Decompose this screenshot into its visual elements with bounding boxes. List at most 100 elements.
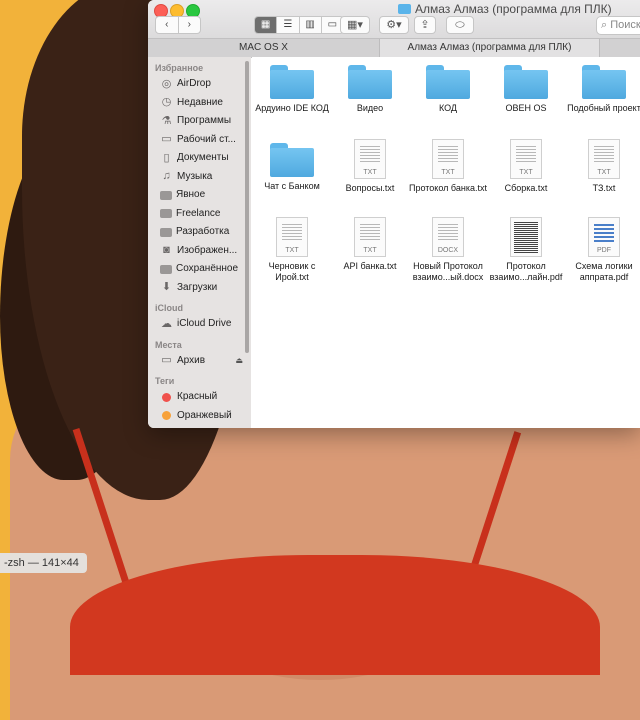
sidebar-item-archive[interactable]: ▭ Архив ⏏	[148, 352, 251, 371]
sidebar-item-label: Рабочий ст...	[177, 133, 236, 145]
folder-item[interactable]: ОВЕН OS	[486, 65, 566, 114]
sidebar-item-label: AirDrop	[177, 78, 211, 89]
folder-item[interactable]: Чат с Банком	[252, 143, 332, 192]
folder-icon	[270, 65, 314, 99]
document-icon: TXT	[276, 217, 308, 257]
sidebar-section-places: Места	[155, 339, 182, 350]
file-browser: Ардуино IDE КОД Видео КОД ОВЕН OS Подобный п…	[252, 57, 640, 428]
tag-color-dot-icon	[162, 392, 171, 402]
file-extension-label: TXT	[363, 169, 377, 176]
share-button[interactable]: ⇪	[414, 16, 436, 34]
sidebar-item-label: iCloud Drive	[177, 318, 232, 329]
folder-item[interactable]: Видео	[330, 65, 410, 114]
document-icon: TXT	[510, 139, 542, 179]
file-item[interactable]: TXT ТЗ.txt	[564, 139, 640, 194]
terminal-window-title[interactable]: -zsh — 141×44	[0, 553, 87, 573]
sidebar-item-label: Недавние	[177, 96, 223, 108]
sidebar-item[interactable]: Freelance	[148, 205, 251, 224]
folder-icon	[270, 143, 314, 177]
file-name-label: Видео	[356, 103, 384, 113]
sidebar-item-label: Программы	[177, 115, 232, 126]
folder-icon	[426, 65, 470, 99]
file-extension-label: TXT	[597, 169, 611, 176]
back-button[interactable]: ‹	[156, 17, 179, 33]
sidebar-item[interactable]: ◙ Изображен...	[148, 242, 251, 261]
file-item[interactable]: TXT Протокол банка.txt	[408, 139, 488, 194]
sidebar-item-label: Явное	[176, 189, 206, 200]
tab-bar: MAC OS X Алмаз Алмаз (программа для ПЛК)	[148, 38, 640, 58]
file-extension-label: TXT	[285, 247, 299, 254]
sidebar-item-label: Загрузки	[177, 281, 218, 293]
file-name-label: Сборка.txt	[504, 183, 548, 193]
document-icon: TXT	[354, 139, 386, 179]
group-button[interactable]: ▦▾	[340, 16, 370, 34]
sidebar-item[interactable]: Явное	[148, 186, 251, 205]
file-extension-label: TXT	[519, 169, 533, 176]
sidebar-item-label: Изображен...	[177, 244, 238, 256]
file-name-label: Новый Протокол взаимо...ый.docx	[412, 261, 484, 282]
sidebar-item[interactable]: ♫ Музыка	[148, 168, 251, 187]
list-view-button[interactable]: ☰	[277, 17, 300, 33]
file-name-label: Подобный проект	[567, 103, 640, 113]
sidebar-item-label: Красный	[177, 391, 218, 402]
search-placeholder: Поиск	[610, 19, 640, 31]
wallpaper-shape	[70, 555, 600, 675]
sidebar-item[interactable]: ◎ AirDrop	[148, 75, 251, 94]
folder-item[interactable]: Ардуино IDE КОД	[252, 65, 332, 114]
file-extension-label: DOCX	[437, 247, 459, 254]
sidebar-item[interactable]: Разработка	[148, 223, 251, 242]
tags-button[interactable]: ⬭	[446, 16, 474, 34]
sidebar-item[interactable]: ▭ Рабочий ст...	[148, 131, 251, 150]
folder-icon	[348, 65, 392, 99]
titlebar[interactable]: Алмаз Алмаз (программа для ПЛК) ‹ › ▦ ☰ …	[148, 0, 640, 38]
view-mode-control: ▦ ☰ ▥ ▭	[254, 16, 344, 34]
clock-icon: ◷	[161, 96, 172, 109]
sidebar-item[interactable]: ◷ Недавние	[148, 94, 251, 113]
document-icon: TXT	[354, 217, 386, 257]
sidebar-item[interactable]: ⬇ Загрузки	[148, 279, 251, 298]
document-icon: PDF	[588, 217, 620, 257]
search-field[interactable]: ⌕ Поиск	[596, 16, 640, 35]
tab-mac-os-x[interactable]: MAC OS X	[148, 39, 380, 57]
file-name-label: Вопросы.txt	[345, 183, 395, 193]
sidebar-item-label: Оранжевый	[177, 409, 232, 421]
action-button[interactable]: ⚙▾	[379, 16, 409, 34]
sidebar-item[interactable]: Сохранённое	[148, 260, 251, 279]
folder-icon	[160, 209, 172, 219]
folder-item[interactable]: Подобный проект	[564, 65, 640, 114]
desktop-icon: ▭	[161, 133, 172, 146]
file-item[interactable]: TXT API банка.txt	[330, 217, 410, 272]
document-icon: TXT	[588, 139, 620, 179]
sidebar-item[interactable]: ⚗ Программы	[148, 112, 251, 131]
file-item[interactable]: Протокол взаимо...лайн.pdf	[486, 217, 566, 283]
folder-item[interactable]: КОД	[408, 65, 488, 114]
sidebar-item-label: Freelance	[176, 207, 221, 219]
sidebar-item-icloud-drive[interactable]: ☁ iCloud Drive	[148, 315, 251, 334]
file-item[interactable]: DOCX Новый Протокол взаимо...ый.docx	[408, 217, 488, 283]
music-icon: ♫	[162, 170, 171, 183]
forward-button[interactable]: ›	[179, 17, 201, 33]
finder-window: Алмаз Алмаз (программа для ПЛК) ‹ › ▦ ☰ …	[148, 0, 640, 428]
file-item[interactable]: TXT Черновик с Ирой.txt	[252, 217, 332, 283]
file-name-label: Схема логики аппрата.pdf	[575, 261, 633, 282]
file-item[interactable]: PDF Схема логики аппрата.pdf	[564, 217, 640, 283]
file-item[interactable]: TXT Сборка.txt	[486, 139, 566, 194]
tag-color-dot-icon	[162, 411, 171, 421]
sidebar-item-label: Архив	[177, 354, 206, 366]
icon-view-button[interactable]: ▦	[255, 17, 278, 33]
sidebar-tag-red[interactable]: Красный	[148, 388, 251, 407]
tab-almaz[interactable]: Алмаз Алмаз (программа для ПЛК)	[380, 39, 600, 57]
column-view-button[interactable]: ▥	[300, 17, 322, 33]
eject-icon[interactable]: ⏏	[235, 352, 243, 371]
document-icon: TXT	[432, 139, 464, 179]
documents-icon: ▯	[163, 151, 170, 164]
sidebar-item[interactable]: ▯ Документы	[148, 149, 251, 168]
file-extension-label: TXT	[441, 169, 455, 176]
file-name-label: ОВЕН OS	[505, 103, 547, 113]
file-item[interactable]: TXT Вопросы.txt	[330, 139, 410, 194]
sidebar-scrollbar[interactable]	[245, 61, 249, 353]
file-name-label: API банка.txt	[343, 261, 397, 271]
sidebar-tag-orange[interactable]: Оранжевый	[148, 407, 251, 426]
nav-buttons: ‹ ›	[155, 16, 201, 34]
file-name-label: ТЗ.txt	[592, 183, 616, 193]
